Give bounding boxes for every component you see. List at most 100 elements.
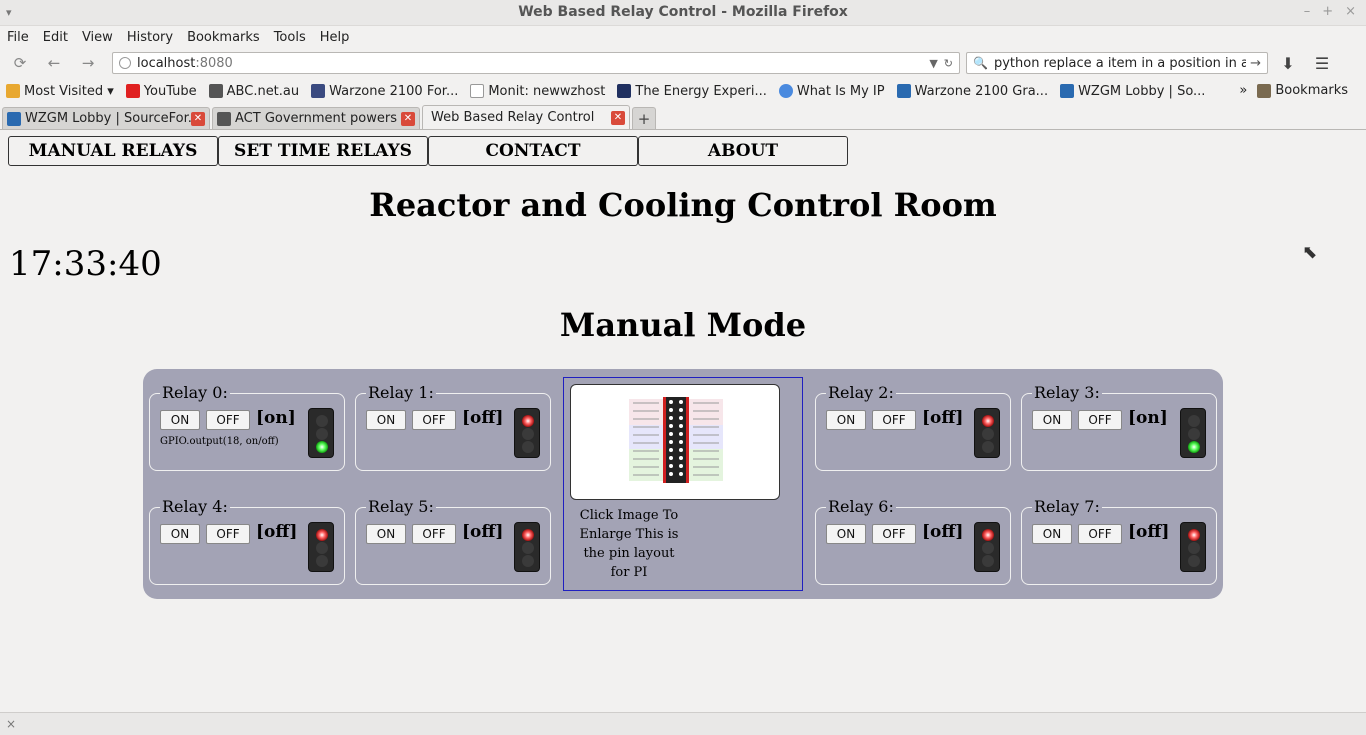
traffic-light-icon [514, 408, 540, 458]
relay-0-on-button[interactable]: ON [160, 410, 200, 430]
reload-icon[interactable]: ↻ [944, 57, 953, 70]
menu-help[interactable]: Help [320, 30, 350, 45]
relay-label: Relay 0: [160, 383, 230, 402]
menu-bookmarks[interactable]: Bookmarks [187, 30, 260, 45]
relay-label: Relay 1: [366, 383, 436, 402]
relay-2: Relay 2: ON OFF [off] [815, 383, 1011, 471]
close-tab-icon[interactable]: ✕ [611, 110, 625, 125]
menu-view[interactable]: View [82, 30, 113, 45]
site-identity-icon[interactable] [119, 57, 131, 69]
nav-about[interactable]: ABOUT [638, 136, 848, 166]
window-title: Web Based Relay Control - Mozilla Firefo… [518, 4, 848, 20]
bookmark-warzone-gra[interactable]: Warzone 2100 Gra... [896, 84, 1048, 99]
relay-3: Relay 3: ON OFF [on] [1021, 383, 1217, 471]
menu-edit[interactable]: Edit [43, 30, 68, 45]
relay-2-off-button[interactable]: OFF [872, 410, 916, 430]
bookmark-energy[interactable]: The Energy Experi... [617, 84, 767, 99]
url-host: localhost [137, 55, 196, 71]
forward-icon[interactable]: → [74, 51, 102, 75]
bookmark-wzgm[interactable]: WZGM Lobby | So... [1060, 84, 1205, 99]
close-window-icon[interactable]: × [1345, 4, 1356, 19]
page-content: MANUAL RELAYS SET TIME RELAYS CONTACT AB… [0, 130, 1366, 704]
relay-7-on-button[interactable]: ON [1032, 524, 1072, 544]
relay-label: Relay 5: [366, 497, 436, 516]
relay-4-on-button[interactable]: ON [160, 524, 200, 544]
tab-act-government[interactable]: ACT Government powers ... ✕ [212, 107, 420, 129]
relay-label: Relay 6: [826, 497, 896, 516]
nav-set-time-relays[interactable]: SET TIME RELAYS [218, 136, 428, 166]
gpio-pinout-graphic [627, 397, 725, 483]
bookmark-youtube[interactable]: YouTube [125, 84, 197, 99]
search-icon: 🔍 [973, 56, 988, 70]
menu-tools[interactable]: Tools [274, 30, 306, 45]
close-status-icon[interactable]: × [6, 717, 16, 731]
nav-contact[interactable]: CONTACT [428, 136, 638, 166]
bookmark-monit[interactable]: Monit: newwzhost [470, 84, 605, 99]
new-tab-icon[interactable]: + [632, 107, 656, 129]
relay-6: Relay 6: ON OFF [off] [815, 497, 1011, 585]
bookmarks-menu[interactable]: Bookmarks [1257, 83, 1348, 98]
maximize-icon[interactable]: + [1322, 4, 1333, 19]
relay-state: [on] [1128, 408, 1168, 428]
bookmark-whatismyip[interactable]: What Is My IP [778, 84, 885, 99]
youtube-icon [125, 84, 140, 98]
nav-manual-relays[interactable]: MANUAL RELAYS [8, 136, 218, 166]
traffic-light-icon [974, 522, 1000, 572]
close-tab-icon[interactable]: ✕ [191, 111, 205, 126]
bookmarks-star-icon [1257, 83, 1272, 98]
relay-4-off-button[interactable]: OFF [206, 524, 250, 544]
relay-5-on-button[interactable]: ON [366, 524, 406, 544]
navigation-toolbar: ⟳ ← → localhost:8080 ▼ ↻ 🔍 python replac… [0, 48, 1366, 78]
relay-label: Relay 4: [160, 497, 230, 516]
mouse-cursor-icon: ⬉ [1302, 242, 1318, 263]
url-dropdown-icon[interactable]: ▼ [929, 57, 937, 70]
sourceforge-icon [7, 111, 21, 126]
relay-0-off-button[interactable]: OFF [206, 410, 250, 430]
traffic-light-icon [974, 408, 1000, 458]
relay-1-on-button[interactable]: ON [366, 410, 406, 430]
relay-7-off-button[interactable]: OFF [1078, 524, 1122, 544]
relay-1-off-button[interactable]: OFF [412, 410, 456, 430]
bookmark-warzone-forum[interactable]: Warzone 2100 For... [311, 84, 458, 99]
relay-3-on-button[interactable]: ON [1032, 410, 1072, 430]
relay-5: Relay 5: ON OFF [off] [355, 497, 551, 585]
tab-relay-control[interactable]: Web Based Relay Control ✕ [422, 105, 630, 129]
bookmark-abc[interactable]: ABC.net.au [208, 84, 299, 99]
relay-label: Relay 2: [826, 383, 896, 402]
search-go-icon[interactable]: → [1250, 56, 1261, 71]
tab-wzgm-lobby[interactable]: WZGM Lobby | SourceFor... ✕ [2, 107, 210, 129]
relay-6-on-button[interactable]: ON [826, 524, 866, 544]
relay-state: [off] [256, 522, 298, 542]
relay-2-on-button[interactable]: ON [826, 410, 866, 430]
relay-panel: Relay 0: ON OFF [on] GPIO.output(18, on/… [143, 369, 1223, 599]
search-input[interactable]: 🔍 python replace a item in a position in… [966, 52, 1268, 74]
url-bar[interactable]: localhost:8080 ▼ ↻ [112, 52, 960, 74]
pin-layout-image[interactable] [570, 384, 780, 500]
globe-icon [778, 84, 793, 98]
relay-6-off-button[interactable]: OFF [872, 524, 916, 544]
sourceforge-icon [896, 84, 911, 98]
site-nav: MANUAL RELAYS SET TIME RELAYS CONTACT AB… [8, 136, 848, 166]
download-icon[interactable]: ⬇ [1274, 51, 1302, 75]
relay-5-off-button[interactable]: OFF [412, 524, 456, 544]
relay-state: [off] [462, 522, 504, 542]
relay-4: Relay 4: ON OFF [off] [149, 497, 345, 585]
sourceforge-icon [1060, 84, 1075, 98]
window-titlebar: ▾ Web Based Relay Control - Mozilla Fire… [0, 0, 1366, 26]
relay-state: [off] [462, 408, 504, 428]
menu-file[interactable]: File [7, 30, 29, 45]
minimize-icon[interactable]: – [1304, 4, 1311, 19]
history-dropdown-icon[interactable]: ⟳ [6, 51, 34, 75]
bookmark-most-visited[interactable]: Most Visited ▾ [6, 84, 114, 99]
hamburger-menu-icon[interactable]: ☰ [1308, 51, 1336, 75]
close-tab-icon[interactable]: ✕ [401, 111, 415, 126]
relay-state: [on] [256, 408, 296, 428]
relay-label: Relay 3: [1032, 383, 1102, 402]
menu-history[interactable]: History [127, 30, 173, 45]
traffic-light-icon [1180, 408, 1206, 458]
relay-3-off-button[interactable]: OFF [1078, 410, 1122, 430]
url-port: :8080 [195, 55, 233, 71]
back-icon[interactable]: ← [40, 51, 68, 75]
relay-state: [off] [922, 408, 964, 428]
bookmarks-overflow-icon[interactable]: » [1239, 83, 1247, 98]
